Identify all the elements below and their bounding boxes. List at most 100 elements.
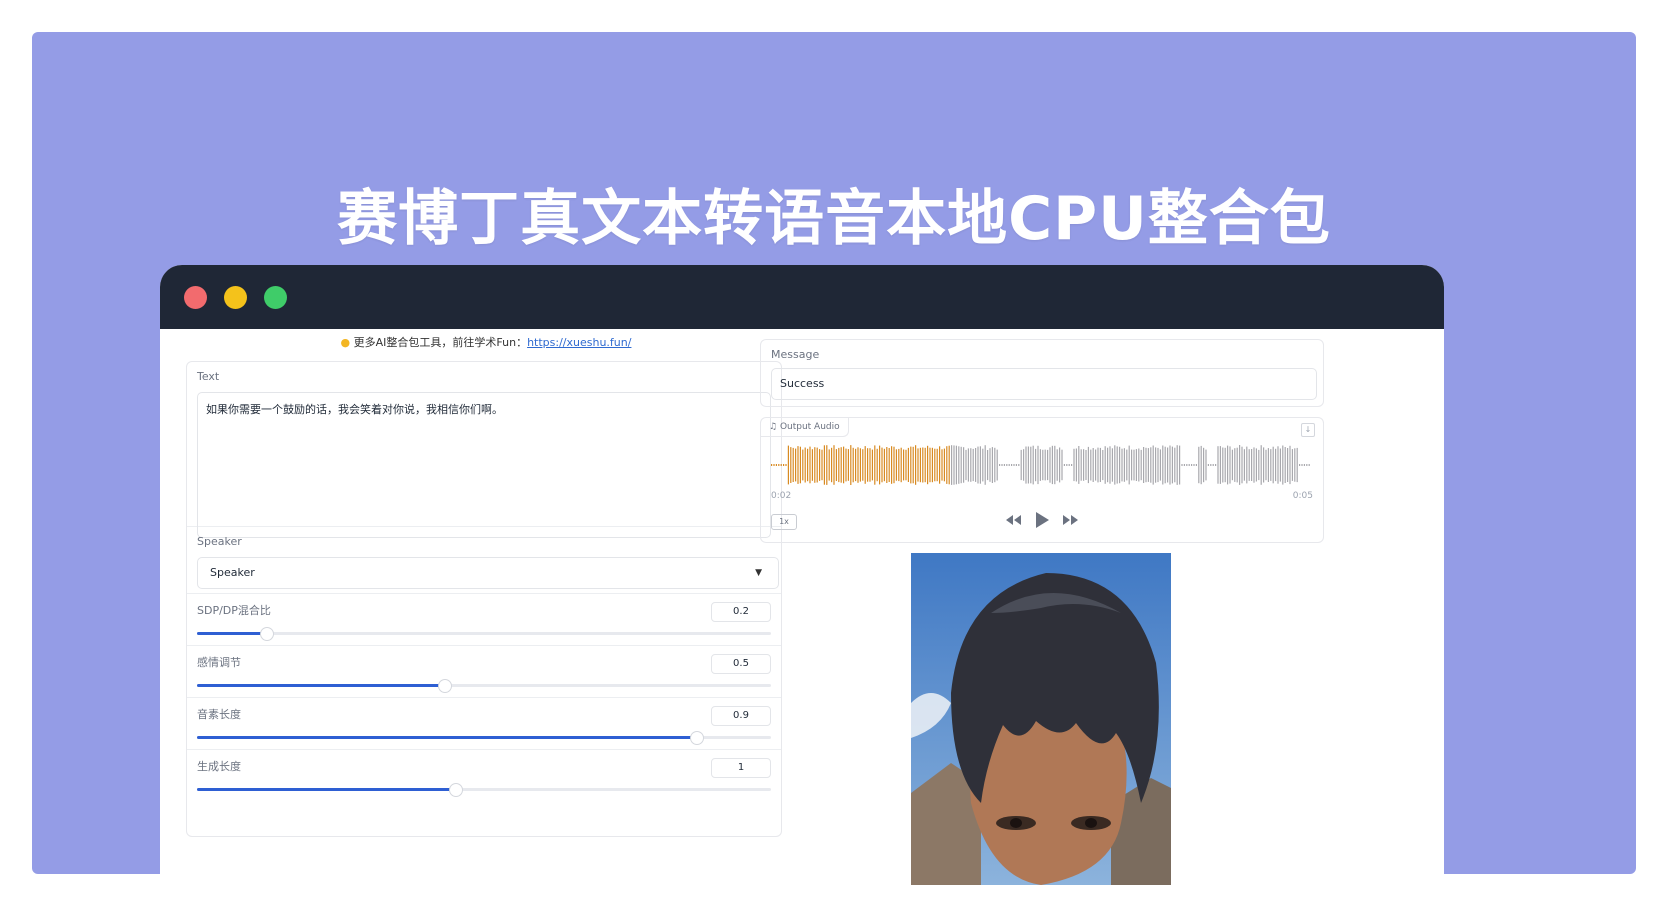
speaker-select[interactable]: Speaker ▼ bbox=[197, 557, 779, 589]
slider-thumb[interactable] bbox=[690, 731, 705, 745]
waveform-bar bbox=[1044, 449, 1046, 481]
waveform-bar bbox=[1116, 446, 1118, 484]
slider-row: 音素长度 0.9 bbox=[187, 698, 781, 750]
waveform-bar bbox=[1241, 446, 1243, 484]
waveform-bar bbox=[1063, 464, 1065, 466]
waveform-bar bbox=[1051, 445, 1053, 485]
waveform-bar bbox=[1109, 446, 1111, 484]
download-icon[interactable]: ↓ bbox=[1301, 423, 1315, 437]
waveform-bar bbox=[1059, 447, 1061, 483]
waveform-bar bbox=[1083, 449, 1085, 481]
slider-label: 生成长度 bbox=[197, 760, 241, 773]
play-icon[interactable] bbox=[1031, 510, 1051, 530]
slider-row: SDP/DP混合比 0.2 bbox=[187, 594, 781, 646]
waveform-bar bbox=[967, 448, 969, 482]
waveform-bar bbox=[1073, 448, 1075, 482]
waveform-bar bbox=[963, 447, 965, 483]
waveform-bar bbox=[922, 447, 924, 483]
waveform-bar bbox=[943, 448, 945, 482]
waveform-bar bbox=[1183, 464, 1185, 466]
waveform-bar bbox=[787, 445, 789, 485]
slider-track[interactable] bbox=[197, 783, 771, 797]
waveform-bar bbox=[1203, 447, 1205, 483]
slider-track[interactable] bbox=[197, 627, 771, 641]
waveform-bar bbox=[1299, 464, 1301, 466]
waveform-bar bbox=[905, 449, 907, 481]
waveform-bar bbox=[979, 446, 981, 484]
waveform-bar bbox=[802, 449, 804, 481]
waveform-bar bbox=[1037, 445, 1039, 485]
waveform-bar bbox=[941, 449, 943, 481]
slider-number-input[interactable]: 0.2 bbox=[711, 602, 771, 622]
waveform-bar bbox=[886, 447, 888, 483]
waveform-bar bbox=[1255, 448, 1257, 482]
waveform-bar bbox=[1143, 447, 1145, 483]
waveform-bar bbox=[1023, 449, 1025, 481]
waveform-bar bbox=[994, 447, 996, 483]
slider-thumb[interactable] bbox=[259, 627, 274, 641]
waveform-bar bbox=[1277, 446, 1279, 484]
playback-speed-button[interactable]: 1x bbox=[771, 514, 797, 530]
speaker-select-value: Speaker bbox=[210, 566, 255, 579]
waveform-bar bbox=[799, 446, 801, 484]
waveform-bar bbox=[1270, 449, 1272, 481]
waveform-bar bbox=[891, 446, 893, 484]
fast-forward-icon[interactable] bbox=[1061, 510, 1081, 530]
waveform-bar bbox=[1145, 447, 1147, 483]
portrait-image bbox=[911, 553, 1171, 885]
waveform-bar bbox=[1138, 448, 1140, 482]
waveform-bar bbox=[1075, 448, 1077, 482]
waveform-bar bbox=[1279, 448, 1281, 482]
slider-track[interactable] bbox=[197, 731, 771, 745]
waveform-bar bbox=[809, 446, 811, 484]
minimize-window-button[interactable] bbox=[224, 286, 247, 309]
slider-track[interactable] bbox=[197, 679, 771, 693]
waveform-bar bbox=[1219, 446, 1221, 484]
waveform-bar bbox=[1032, 445, 1034, 485]
waveform-bar bbox=[1027, 446, 1029, 484]
waveform-bar bbox=[948, 445, 950, 485]
waveform-bar bbox=[1251, 449, 1253, 481]
waveform-bar bbox=[1099, 447, 1101, 482]
waveform-bar bbox=[1188, 464, 1190, 466]
waveform-bar bbox=[888, 448, 890, 482]
waveform-bar bbox=[785, 464, 787, 466]
waveform-bar bbox=[1020, 449, 1022, 481]
message-output: Success bbox=[771, 368, 1317, 400]
slider-number-input[interactable]: 0.9 bbox=[711, 706, 771, 726]
waveform-bar bbox=[780, 464, 782, 466]
waveform-bar bbox=[955, 445, 957, 485]
waveform-bar bbox=[1013, 464, 1015, 466]
waveform-bar bbox=[1080, 449, 1082, 481]
waveform-bar bbox=[876, 448, 878, 482]
text-input[interactable]: 如果你需要一个鼓励的话，我会笑着对你说，我相信你们啊。 bbox=[197, 392, 771, 538]
maximize-window-button[interactable] bbox=[264, 286, 287, 309]
waveform-bar bbox=[1042, 449, 1044, 481]
waveform-bar bbox=[903, 449, 905, 481]
input-panel: Text 如果你需要一个鼓励的话，我会笑着对你说，我相信你们啊。 Speaker… bbox=[186, 361, 782, 837]
waveform-bar bbox=[797, 446, 799, 484]
waveform-bar bbox=[1296, 447, 1298, 483]
rewind-icon[interactable] bbox=[1003, 510, 1023, 530]
waveform-bar bbox=[1111, 448, 1113, 482]
waveform-bar bbox=[984, 445, 986, 485]
waveform-bar bbox=[1025, 446, 1027, 484]
close-window-button[interactable] bbox=[184, 286, 207, 309]
slider-thumb[interactable] bbox=[449, 783, 464, 797]
waveform-bar bbox=[1092, 448, 1094, 482]
slider-number-input[interactable]: 0.5 bbox=[711, 654, 771, 674]
waveform-bar bbox=[898, 448, 900, 482]
waveform-bar bbox=[845, 448, 847, 482]
waveform-bar bbox=[879, 445, 881, 485]
waveform-bar bbox=[927, 445, 929, 485]
slider-number-input[interactable]: 1 bbox=[711, 758, 771, 778]
waveform-bar bbox=[1303, 464, 1305, 466]
waveform-bar bbox=[1275, 448, 1277, 482]
waveform-bar bbox=[1035, 448, 1037, 482]
waveform-bar bbox=[1215, 464, 1217, 466]
waveform-bar bbox=[1174, 447, 1176, 483]
audio-waveform[interactable] bbox=[771, 444, 1311, 486]
slider-thumb[interactable] bbox=[437, 679, 452, 693]
waveform-bar bbox=[1222, 447, 1224, 483]
notice-link[interactable]: https://xueshu.fun/ bbox=[527, 336, 631, 349]
